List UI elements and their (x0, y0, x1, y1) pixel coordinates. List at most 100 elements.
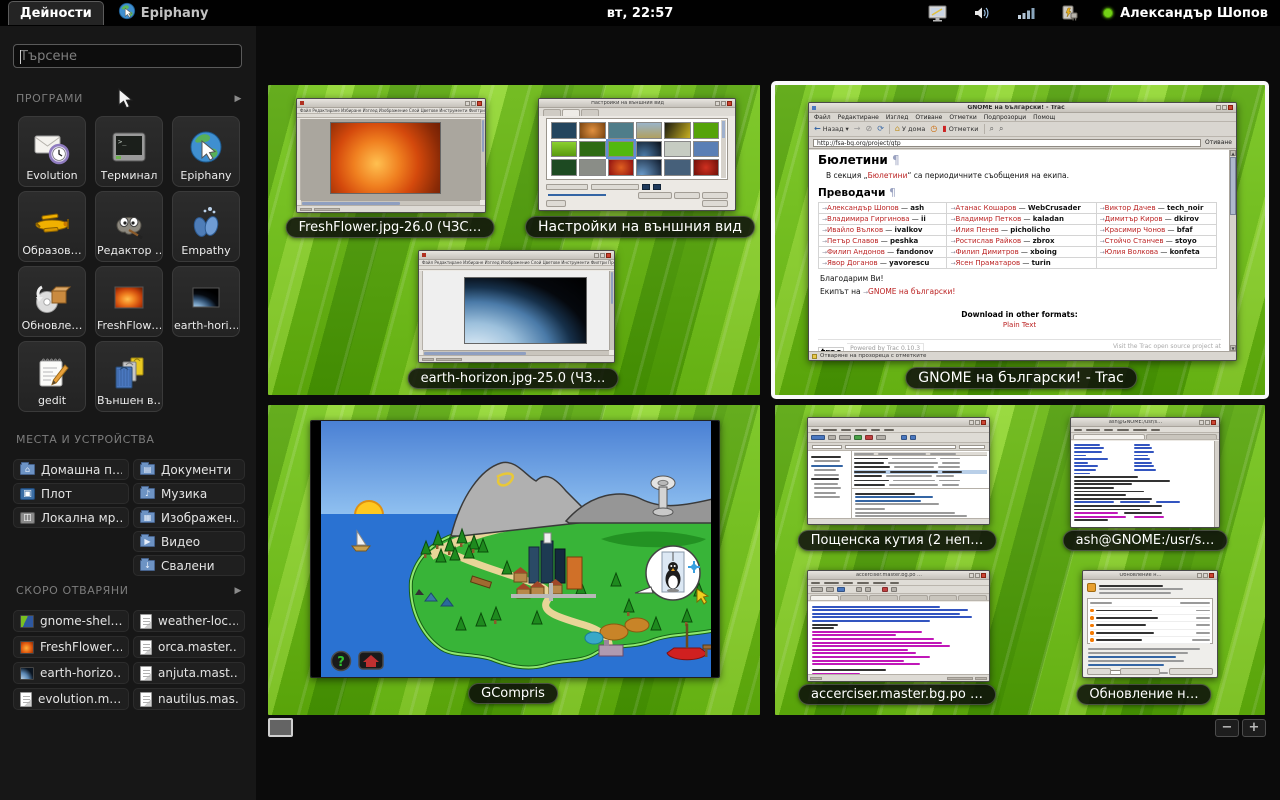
window-software-update[interactable]: Обновление н… (1082, 570, 1218, 678)
app-tile-earth-horizon[interactable]: earth-hori… (172, 266, 240, 337)
window-terminal[interactable]: ash@GNOME:/usr/s… (1070, 417, 1220, 528)
document-icon (140, 640, 152, 655)
activities-button[interactable]: Дейности (8, 1, 104, 25)
app-tile-gcompris[interactable]: Образов… (18, 191, 86, 262)
app-tile-appearance[interactable]: Външен в… (95, 341, 163, 412)
appearance-buttons (638, 192, 728, 199)
recent-item[interactable]: gnome-shel… (13, 610, 129, 632)
scrollbar (480, 119, 485, 200)
recent-item[interactable]: weather-loc… (133, 610, 245, 632)
app-tile-empathy[interactable]: Empathy (172, 191, 240, 262)
gcompris-help-button: ? (332, 652, 351, 671)
window-epiphany-trac[interactable]: GNOME на български! - Trac Файл Редактир… (808, 102, 1237, 361)
scrollbar (721, 120, 726, 178)
recent-item[interactable]: earth-horizo… (13, 662, 129, 684)
music-folder-icon: ♪ (140, 488, 155, 499)
go-button: Отиване (1205, 139, 1232, 146)
recent-expander-icon[interactable]: ▶ (234, 586, 242, 596)
place-item-network[interactable]: ◫ Локална мр… (13, 507, 129, 528)
document-icon (140, 666, 152, 681)
zoom-in-icon: ⌕ (999, 125, 1003, 133)
places-header-label: МЕСТА И УСТРОЙСТВА (16, 433, 154, 446)
place-item-documents[interactable]: ▤ Документи (133, 459, 245, 480)
evolution-icon (30, 127, 74, 169)
place-item-desktop[interactable]: ▣ Плот (13, 483, 129, 504)
flower-thumbnail-icon (20, 641, 34, 654)
back-button: ←Назад▾ (814, 125, 849, 133)
window-gimp-earth-horizon[interactable]: Файл Редактиране Избиране Изглед Изображ… (418, 250, 615, 363)
workspace-3[interactable]: ? GCompris (268, 405, 760, 715)
epiphany-window-icon (812, 106, 816, 110)
menu-view: Изглед (886, 114, 909, 121)
recent-item[interactable]: orca.master.… (133, 636, 245, 658)
place-item-pictures[interactable]: ▦ Изображен… (133, 507, 245, 528)
window-gedit-po-file[interactable]: accerciser.master.bg.po … (807, 570, 990, 682)
app-tile-gedit[interactable]: gedit (18, 341, 86, 412)
history-icon: ◷ (930, 125, 937, 133)
places-section-header: МЕСТА И УСТРОЙСТВА (16, 433, 242, 446)
mouse-cursor (118, 88, 135, 110)
window-gimp-freshflower[interactable]: Файл Редактиране Избиране Изглед Изображ… (296, 98, 486, 213)
team-line: Екипът на →GNOME на български! (820, 287, 1221, 296)
search-box[interactable] (13, 44, 242, 68)
window-buttons (969, 573, 986, 578)
home-button: ⌂У дома (895, 125, 925, 133)
statusbar (808, 674, 989, 681)
workspace-1[interactable]: Файл Редактиране Избиране Изглед Изображ… (268, 85, 760, 395)
favorite-apps-grid: Evolution >_ Терминал Epiphany Образов… (18, 116, 240, 412)
user-status-dot (1103, 8, 1113, 18)
recent-item[interactable]: evolution.m… (13, 688, 129, 710)
window-buttons (969, 420, 986, 425)
epiphany-icon (184, 127, 228, 169)
focused-app-menu[interactable]: Epiphany (118, 2, 209, 24)
browser-menubar: Файл Редактиране Изглед Отиване Отметки … (809, 113, 1236, 122)
window-titlebar (419, 251, 614, 260)
text-caret (20, 50, 21, 64)
window-label: earth-horizon.jpg-25.0 (ЧЗ… (408, 368, 619, 389)
flower-image (330, 122, 441, 193)
app-tile-software-update[interactable]: Обновле… (18, 266, 86, 337)
window-label: Настройки на външния вид (525, 216, 755, 238)
window-buttons (715, 101, 732, 106)
workspace-indicator[interactable] (268, 718, 293, 737)
folder-tree-pane (808, 451, 852, 518)
window-titlebar: ash@GNOME:/usr/s… (1071, 418, 1219, 427)
app-tile-evolution[interactable]: Evolution (18, 116, 86, 187)
network-signal-icon[interactable] (1017, 6, 1035, 20)
programs-expander-icon[interactable]: ▶ (234, 94, 242, 104)
app-tile-freshflower[interactable]: FreshFlow… (95, 266, 163, 337)
workspace-2-active[interactable]: GNOME на български! - Trac Файл Редактир… (775, 85, 1265, 395)
menu-edit: Редактиране (838, 114, 879, 121)
window-evolution-inbox[interactable] (807, 417, 990, 525)
forward-icon: → (854, 125, 861, 133)
top-bar: Дейности Epiphany вт, 22:57 Александ (0, 0, 1280, 26)
document-icon (140, 614, 152, 629)
place-item-music[interactable]: ♪ Музика (133, 483, 245, 504)
recent-item[interactable]: FreshFlower… (13, 636, 129, 658)
recent-item[interactable]: nautilus.mas… (133, 688, 245, 710)
remove-workspace-button[interactable]: − (1215, 719, 1239, 737)
help-button (546, 200, 566, 207)
app-tile-epiphany[interactable]: Epiphany (172, 116, 240, 187)
user-menu[interactable]: Александър Шопов (1103, 6, 1268, 21)
recent-section-header: СКОРО ОТВАРЯНИ ▶ (16, 584, 242, 597)
volume-icon[interactable] (973, 5, 993, 21)
workspace-4[interactable]: ash@GNOME:/usr/s… (775, 405, 1265, 715)
document-icon (20, 692, 32, 707)
app-tile-gimp[interactable]: Редактор … (95, 191, 163, 262)
app-tile-terminal[interactable]: >_ Терминал (95, 116, 163, 187)
window-gcompris[interactable]: ? (310, 420, 720, 678)
clock[interactable]: вт, 22:57 (607, 6, 674, 21)
place-item-videos[interactable]: ▶ Видео (133, 531, 245, 552)
message-list-pane (852, 451, 989, 489)
place-item-home[interactable]: ⌂ Домашна п… (13, 459, 129, 480)
add-workspace-button[interactable]: + (1242, 719, 1266, 737)
search-input[interactable] (20, 49, 235, 64)
display-icon[interactable] (927, 5, 949, 22)
recent-item[interactable]: anjuta.mast… (133, 662, 245, 684)
gcompris-home-button (359, 652, 383, 669)
window-appearance-settings[interactable]: Настройки на външния вид (538, 98, 736, 211)
power-icon[interactable] (1059, 4, 1079, 22)
menu-bookmarks: Отметки (949, 114, 976, 121)
place-item-downloads[interactable]: ↓ Свалени (133, 555, 245, 576)
